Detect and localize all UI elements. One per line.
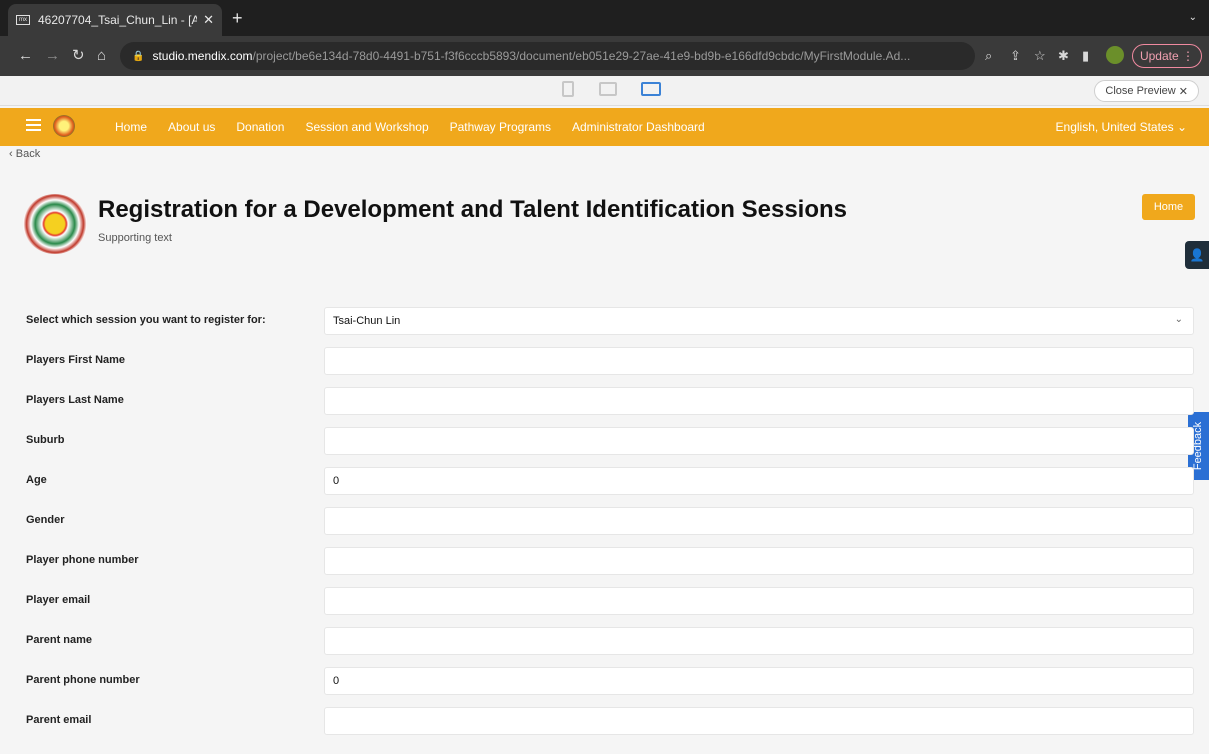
- url-host: studio.mendix.com: [152, 49, 253, 63]
- share-icon[interactable]: ⇪: [1010, 48, 1021, 64]
- address-bar[interactable]: 🔒 studio.mendix.com /project/be6e134d-78…: [120, 42, 975, 70]
- page-content: ‹ Back Registration for a Development an…: [0, 146, 1209, 754]
- last-name-label: Players Last Name: [26, 394, 124, 406]
- suburb-label: Suburb: [26, 434, 65, 446]
- back-link[interactable]: ‹ Back: [9, 148, 40, 160]
- phone-device-icon[interactable]: [562, 81, 574, 97]
- tab-search-chevron-icon[interactable]: ⌄: [1189, 12, 1197, 23]
- url-path: /project/be6e134d-78d0-4491-b751-f3f6ccc…: [252, 49, 911, 63]
- app-logo-icon[interactable]: [53, 115, 75, 137]
- session-select-label: Select which session you want to registe…: [26, 314, 266, 326]
- app-navbar: Home About us Donation Session and Works…: [0, 108, 1209, 146]
- update-button-label: Update: [1139, 49, 1179, 63]
- nav-links: Home About us Donation Session and Works…: [115, 120, 726, 134]
- lock-icon: 🔒: [132, 50, 145, 62]
- parent-name-input[interactable]: [324, 627, 1194, 655]
- form-row-session: Select which session you want to registe…: [26, 307, 1194, 335]
- home-icon[interactable]: ⌂: [97, 46, 106, 66]
- nav-link-donation[interactable]: Donation: [236, 120, 284, 134]
- browser-tab[interactable]: mx 46207704_Tsai_Chun_Lin - [A ✕: [8, 4, 222, 36]
- nav-link-pathway-programs[interactable]: Pathway Programs: [450, 120, 551, 134]
- hamburger-menu-icon[interactable]: [26, 119, 41, 131]
- player-phone-label: Player phone number: [26, 554, 139, 566]
- forward-arrow-icon[interactable]: →: [45, 46, 60, 66]
- bookmark-star-icon[interactable]: ☆: [1034, 48, 1046, 64]
- organization-logo: [23, 194, 87, 254]
- suburb-input[interactable]: [324, 427, 1194, 455]
- gender-input[interactable]: [324, 507, 1194, 535]
- parent-name-label: Parent name: [26, 634, 93, 646]
- player-email-label: Player email: [26, 594, 91, 606]
- player-phone-input[interactable]: [324, 547, 1194, 575]
- extensions-icon[interactable]: ✱: [1058, 48, 1069, 64]
- feedback-label: Feedback: [1192, 421, 1205, 471]
- side-panel-icon[interactable]: ▮: [1082, 48, 1089, 64]
- preview-toolbar: Close Preview ✕: [0, 76, 1209, 106]
- back-label: Back: [15, 148, 41, 160]
- form-row-player-email: Player email: [26, 587, 1194, 615]
- language-label: English, United States: [1055, 120, 1174, 134]
- form-row-player-phone: Player phone number: [26, 547, 1194, 575]
- nav-link-about-us[interactable]: About us: [168, 120, 215, 134]
- chevron-left-icon: ‹: [9, 148, 13, 160]
- nav-link-administrator-dashboard[interactable]: Administrator Dashboard: [572, 120, 705, 134]
- close-icon: ✕: [1178, 85, 1188, 98]
- form-row-parent-name: Parent name: [26, 627, 1194, 655]
- form-row-age: Age 0: [26, 467, 1194, 495]
- session-select[interactable]: Tsai-Chun Lin ⌄: [324, 307, 1194, 335]
- form-row-parent-phone: Parent phone number 0: [26, 667, 1194, 695]
- close-preview-label: Close Preview: [1105, 85, 1176, 97]
- page-subtitle: Supporting text: [98, 232, 172, 244]
- parent-email-label: Parent email: [26, 714, 92, 726]
- parent-phone-label: Parent phone number: [26, 674, 140, 686]
- chevron-down-icon: ⌄: [1174, 314, 1183, 325]
- tablet-device-icon[interactable]: [599, 82, 617, 96]
- page-title: Registration for a Development and Talen…: [98, 196, 848, 223]
- parent-phone-input[interactable]: 0: [324, 667, 1194, 695]
- browser-toolbar: ← → ↻ ⌂ 🔒 studio.mendix.com /project/be6…: [0, 36, 1209, 76]
- tab-close-icon[interactable]: ✕: [203, 12, 214, 28]
- nav-link-session-and-workshop[interactable]: Session and Workshop: [305, 120, 428, 134]
- new-tab-icon[interactable]: +: [232, 8, 243, 28]
- age-input[interactable]: 0: [324, 467, 1194, 495]
- form-row-gender: Gender: [26, 507, 1194, 535]
- first-name-input[interactable]: [324, 347, 1194, 375]
- update-button[interactable]: Update ⋮: [1132, 44, 1202, 68]
- first-name-label: Players First Name: [26, 354, 126, 366]
- profile-avatar-icon[interactable]: [1106, 46, 1124, 64]
- last-name-input[interactable]: [324, 387, 1194, 415]
- browser-tab-strip: mx 46207704_Tsai_Chun_Lin - [A ✕ + ⌄: [0, 0, 1209, 36]
- form-row-first-name: Players First Name: [26, 347, 1194, 375]
- session-select-value: Tsai-Chun Lin: [333, 315, 401, 327]
- reload-icon[interactable]: ↻: [72, 46, 85, 66]
- home-button[interactable]: Home: [1142, 194, 1195, 220]
- close-preview-button[interactable]: Close Preview ✕: [1094, 80, 1199, 102]
- form-row-parent-email: Parent email: [26, 707, 1194, 735]
- form-row-suburb: Suburb: [26, 427, 1194, 455]
- mendix-favicon-icon: mx: [16, 15, 30, 25]
- desktop-device-icon[interactable]: [641, 82, 661, 96]
- chevron-down-icon: ⌄: [1176, 120, 1187, 134]
- user-assist-icon[interactable]: 👤: [1185, 241, 1209, 269]
- gender-label: Gender: [26, 514, 65, 526]
- parent-email-input[interactable]: [324, 707, 1194, 735]
- nav-link-home[interactable]: Home: [115, 120, 147, 134]
- language-selector[interactable]: English, United States ⌄: [1056, 120, 1187, 134]
- form-row-last-name: Players Last Name: [26, 387, 1194, 415]
- zoom-icon[interactable]: ⌕: [985, 48, 992, 64]
- back-arrow-icon[interactable]: ←: [18, 46, 33, 66]
- age-label: Age: [26, 474, 47, 486]
- tab-title: 46207704_Tsai_Chun_Lin - [A: [38, 13, 198, 27]
- player-email-input[interactable]: [324, 587, 1194, 615]
